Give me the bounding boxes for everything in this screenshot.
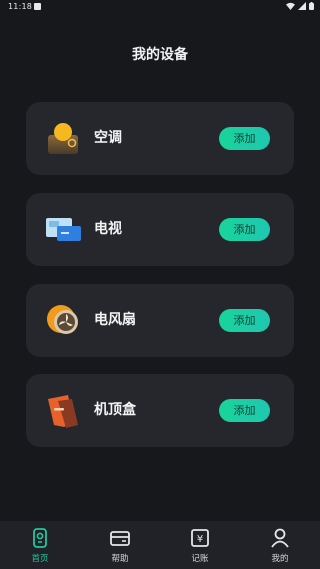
svg-text:¥: ¥ [197,534,203,545]
device-card-set-top-box: 机顶盒 添加 [26,374,294,447]
status-time: 11:18 [8,2,33,11]
tab-mine[interactable]: 我的 [240,521,320,569]
device-card-fan: 电风扇 添加 [26,284,294,357]
status-icons [286,2,314,10]
tab-label: 记账 [191,554,209,564]
device-name: 机顶盒 [94,402,136,418]
yuan-receipt-icon: ¥ [191,529,209,547]
add-button[interactable]: 添加 [219,309,270,332]
device-card-air-conditioner: 空调 添加 [26,102,294,175]
set-top-box-icon [48,395,78,428]
add-button[interactable]: 添加 [219,399,270,422]
page-title: 我的设备 [132,47,188,63]
tab-label: 我的 [271,554,289,564]
fan-icon [47,305,78,334]
tab-label: 帮助 [111,554,129,564]
wallet-icon [110,531,130,546]
wifi-icon [286,2,295,10]
tab-help[interactable]: 帮助 [80,521,160,569]
device-name: 电视 [94,221,122,237]
tv-icon [46,218,81,241]
notification-icon [34,3,41,10]
signal-icon [298,2,306,10]
tab-bookkeeping[interactable]: ¥ 记账 [160,521,240,569]
device-name: 电风扇 [94,312,136,328]
device-name: 空调 [94,130,122,146]
air-conditioner-icon [48,123,78,154]
user-icon [271,528,289,548]
home-remote-icon [33,528,47,548]
bottom-tab-bar: 首页 帮助 ¥ 记账 我的 [0,521,320,569]
device-card-tv: 电视 添加 [26,193,294,266]
battery-icon [309,2,314,10]
tab-home[interactable]: 首页 [0,521,80,569]
add-button[interactable]: 添加 [219,218,270,241]
tab-label: 首页 [31,554,49,564]
add-button[interactable]: 添加 [219,127,270,150]
status-bar: 11:18 [0,0,320,14]
